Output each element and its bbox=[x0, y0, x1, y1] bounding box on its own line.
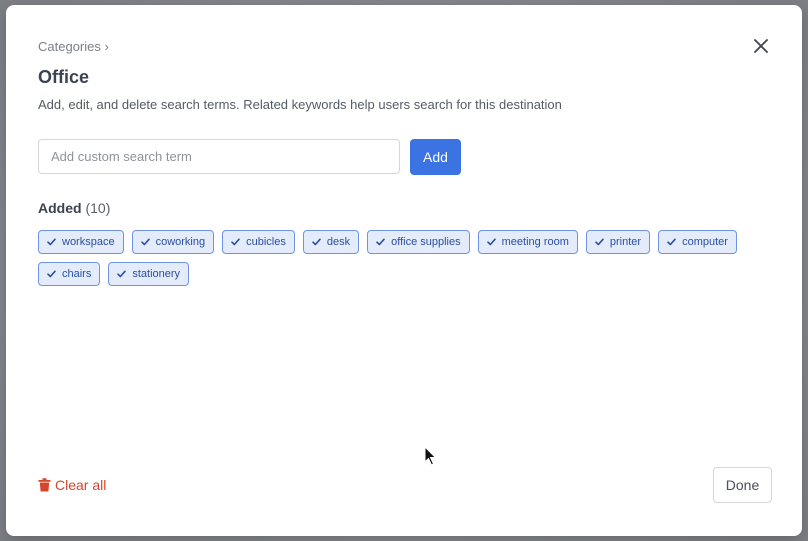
added-count: (10) bbox=[85, 200, 111, 216]
check-icon bbox=[376, 238, 385, 246]
trash-icon bbox=[38, 478, 51, 492]
tag-chip[interactable]: coworking bbox=[131, 230, 215, 254]
tag-label: office supplies bbox=[391, 236, 461, 248]
close-icon bbox=[754, 39, 768, 53]
added-tags-list: workspace coworking cubicles desk office sup… bbox=[38, 230, 778, 286]
tag-chip[interactable]: workspace bbox=[38, 230, 124, 254]
check-icon bbox=[312, 238, 321, 246]
mouse-cursor-icon bbox=[424, 446, 437, 466]
tag-label: computer bbox=[682, 236, 728, 248]
tag-chip[interactable]: chairs bbox=[38, 262, 101, 286]
dialog-description: Add, edit, and delete search terms. Rela… bbox=[38, 97, 562, 112]
tag-chip[interactable]: printer bbox=[585, 230, 651, 254]
breadcrumb[interactable]: Categories › bbox=[38, 39, 109, 54]
check-icon bbox=[667, 238, 676, 246]
tag-chip[interactable]: computer bbox=[658, 230, 737, 254]
check-icon bbox=[595, 238, 604, 246]
tag-chip[interactable]: stationery bbox=[108, 262, 190, 286]
tag-chip[interactable]: cubicles bbox=[222, 230, 295, 254]
added-label: Added bbox=[38, 200, 82, 216]
tag-label: desk bbox=[326, 236, 351, 248]
check-icon bbox=[47, 270, 56, 278]
check-icon bbox=[486, 238, 496, 246]
check-icon bbox=[231, 238, 240, 246]
done-button[interactable]: Done bbox=[713, 467, 772, 503]
close-button[interactable] bbox=[750, 35, 772, 57]
edit-search-terms-dialog: Categories › Office Add, edit, and delet… bbox=[6, 5, 802, 536]
add-button[interactable]: Add bbox=[410, 139, 461, 175]
check-icon bbox=[117, 270, 127, 278]
clear-all-button[interactable]: Clear all bbox=[38, 477, 106, 493]
check-icon bbox=[47, 238, 56, 246]
tag-label: printer bbox=[609, 236, 642, 248]
tag-label: chairs bbox=[62, 268, 92, 280]
clear-all-label: Clear all bbox=[55, 477, 107, 493]
tag-label: stationery bbox=[132, 268, 181, 280]
tag-label: workspace bbox=[62, 236, 115, 248]
tag-label: cubicles bbox=[246, 236, 286, 248]
tag-chip[interactable]: meeting room bbox=[477, 230, 578, 254]
tag-chip[interactable]: office supplies bbox=[367, 230, 470, 254]
page-title: Office bbox=[38, 67, 90, 87]
check-icon bbox=[140, 238, 150, 246]
added-heading: Added (10) bbox=[38, 200, 110, 216]
tag-chip[interactable]: desk bbox=[302, 230, 360, 254]
tag-label: coworking bbox=[155, 236, 206, 248]
search-term-input[interactable] bbox=[38, 139, 400, 174]
tag-label: meeting room bbox=[501, 236, 569, 248]
